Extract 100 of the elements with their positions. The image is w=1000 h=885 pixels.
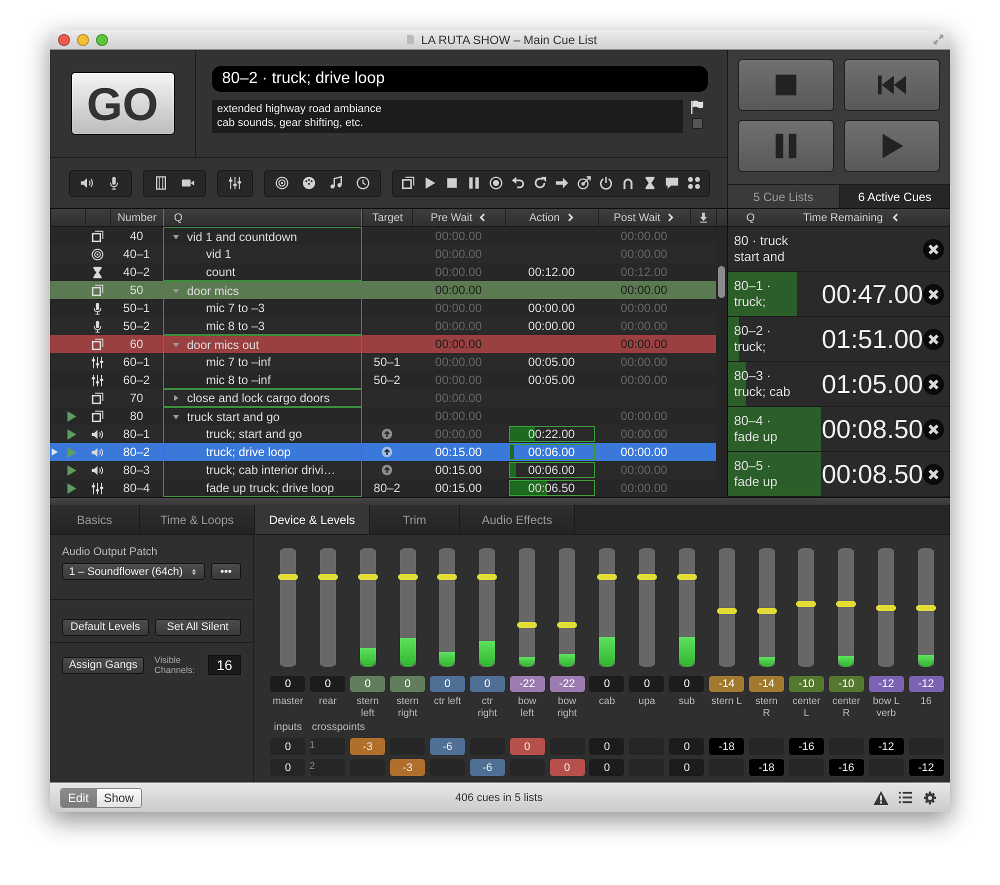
chevron-left-icon[interactable]	[478, 213, 488, 222]
down-arrow-icon[interactable]	[698, 212, 709, 223]
chevron-right-icon[interactable]	[566, 213, 575, 222]
stacked-squares-icon[interactable]	[401, 176, 415, 190]
column-header[interactable]: Q	[728, 212, 773, 224]
level-value-field[interactable]: -22	[550, 676, 585, 692]
volume-slider[interactable]	[596, 548, 617, 667]
patch-edit-button[interactable]: •••	[211, 563, 241, 580]
microphone-icon[interactable]	[107, 176, 121, 190]
active-cue-item[interactable]: 80–1 · truck; 00:47.00	[728, 272, 950, 316]
close-icon[interactable]	[923, 374, 944, 394]
slider-thumb[interactable]	[477, 574, 498, 580]
speech-bubble-icon[interactable]	[665, 176, 679, 190]
crosspoint-field[interactable]: 0	[550, 759, 585, 776]
slider-thumb[interactable]	[676, 574, 697, 580]
record-icon[interactable]	[489, 176, 503, 190]
active-cue-item[interactable]: 80–2 · truck; 01:51.00	[728, 317, 950, 361]
slider-thumb[interactable]	[876, 604, 896, 610]
slider-thumb[interactable]	[278, 574, 298, 580]
level-value-field[interactable]: -22	[510, 676, 545, 692]
crosspoint-field[interactable]: -6	[430, 738, 465, 755]
disclosure-right-icon[interactable]	[172, 394, 180, 402]
slider-thumb[interactable]	[796, 600, 816, 607]
disclosure-down-icon[interactable]	[172, 412, 180, 420]
level-value-field[interactable]: -12	[868, 676, 904, 692]
column-header[interactable]: Target	[372, 212, 403, 224]
target-icon[interactable]	[275, 176, 289, 190]
redo-arrow-icon[interactable]	[533, 176, 547, 190]
rewind-button[interactable]	[844, 59, 940, 111]
crosspoint-field[interactable]: -3	[390, 759, 426, 776]
slider-thumb[interactable]	[916, 604, 936, 610]
slider-thumb[interactable]	[517, 622, 538, 628]
crosspoint-field[interactable]: -12	[868, 738, 904, 755]
level-value-field[interactable]: 0	[350, 676, 386, 692]
level-value-field[interactable]: 0	[430, 676, 465, 692]
stop-button[interactable]	[738, 59, 834, 111]
crosspoint-field[interactable]: -3	[350, 738, 386, 755]
chevron-left-icon[interactable]	[890, 213, 900, 222]
dial-icon[interactable]	[302, 176, 316, 190]
active-cue-item[interactable]: 80–4 · fade up 00:08.50	[728, 407, 950, 451]
level-value-field[interactable]: -10	[788, 676, 824, 692]
volume-slider[interactable]	[796, 548, 816, 667]
volume-slider[interactable]	[916, 548, 936, 667]
dart-icon[interactable]	[577, 176, 591, 190]
right-arrow-icon[interactable]	[555, 176, 569, 190]
volume-slider[interactable]	[876, 548, 896, 667]
slider-thumb[interactable]	[358, 574, 378, 580]
crosspoint-field[interactable]: -18	[709, 738, 744, 755]
scroll-thumb[interactable]	[718, 266, 725, 298]
mode-tab[interactable]: Edit	[61, 788, 96, 806]
inspector-tab[interactable]: Trim	[370, 505, 460, 534]
active-cue-item[interactable]: 80–5 · fade up 00:08.50	[728, 452, 950, 496]
input-level-field[interactable]: 0	[270, 738, 306, 755]
level-value-field[interactable]: 0	[310, 676, 346, 692]
volume-slider[interactable]	[676, 548, 697, 667]
play-icon[interactable]	[423, 176, 437, 190]
close-icon[interactable]	[923, 328, 944, 350]
slider-thumb[interactable]	[596, 574, 617, 580]
crosspoint-field[interactable]: -6	[470, 759, 505, 776]
level-value-field[interactable]: -12	[908, 676, 944, 692]
panel-tab[interactable]: 6 Active Cues	[838, 185, 950, 208]
chevron-right-icon[interactable]	[666, 213, 676, 222]
column-header[interactable]: Pre Wait	[430, 212, 472, 224]
settings-icon[interactable]	[922, 790, 938, 806]
cue-row[interactable]: 80–1 truck; start and go 00:00.00 00:22.00 00:00.00	[50, 425, 716, 443]
music-note-icon[interactable]	[329, 176, 343, 190]
crosspoint-field[interactable]: 0	[510, 738, 545, 755]
pause-button[interactable]	[738, 120, 834, 172]
crosspoint-field[interactable]: -18	[749, 759, 784, 776]
slider-thumb[interactable]	[437, 574, 458, 580]
level-button[interactable]: Set All Silent	[154, 618, 241, 636]
crosspoint-field[interactable]: -12	[908, 759, 944, 776]
volume-slider[interactable]	[437, 548, 458, 667]
slider-thumb[interactable]	[756, 608, 777, 614]
column-header[interactable]: Time Remaining	[803, 212, 883, 224]
close-icon[interactable]	[923, 418, 944, 440]
disclosure-down-icon[interactable]	[172, 232, 180, 240]
film-icon[interactable]	[154, 176, 168, 190]
cue-row[interactable]: 50 door mics 00:00.00 00:00.00	[50, 281, 716, 299]
slider-thumb[interactable]	[836, 600, 856, 607]
cue-row[interactable]: 50–2 mic 8 to –3 00:00.00 00:00.00 00:00.00	[50, 317, 716, 335]
visible-channels-field[interactable]: 16	[208, 655, 241, 675]
level-value-field[interactable]: 0	[629, 676, 664, 692]
level-value-field[interactable]: 0	[470, 676, 505, 692]
volume-slider[interactable]	[477, 548, 498, 667]
level-value-field[interactable]: 0	[270, 676, 306, 692]
volume-slider[interactable]	[836, 548, 856, 667]
list-icon[interactable]	[898, 790, 913, 805]
undo-arrow-icon[interactable]	[511, 176, 525, 190]
level-button[interactable]: Default Levels	[62, 618, 148, 636]
dots-icon[interactable]	[687, 176, 701, 190]
inspector-tab[interactable]: Time & Loops	[140, 505, 255, 534]
crosspoint-field[interactable]: 0	[669, 759, 704, 776]
close-icon[interactable]	[923, 464, 944, 484]
inspector-tab[interactable]: Audio Effects	[460, 505, 575, 534]
horseshoe-icon[interactable]	[621, 176, 635, 190]
notes-field[interactable]: extended highway road ambiance cab sounds, gear shifting, etc.	[212, 100, 683, 133]
volume-slider[interactable]	[517, 548, 538, 667]
close-button[interactable]	[58, 34, 70, 46]
zoom-button[interactable]	[96, 34, 108, 46]
